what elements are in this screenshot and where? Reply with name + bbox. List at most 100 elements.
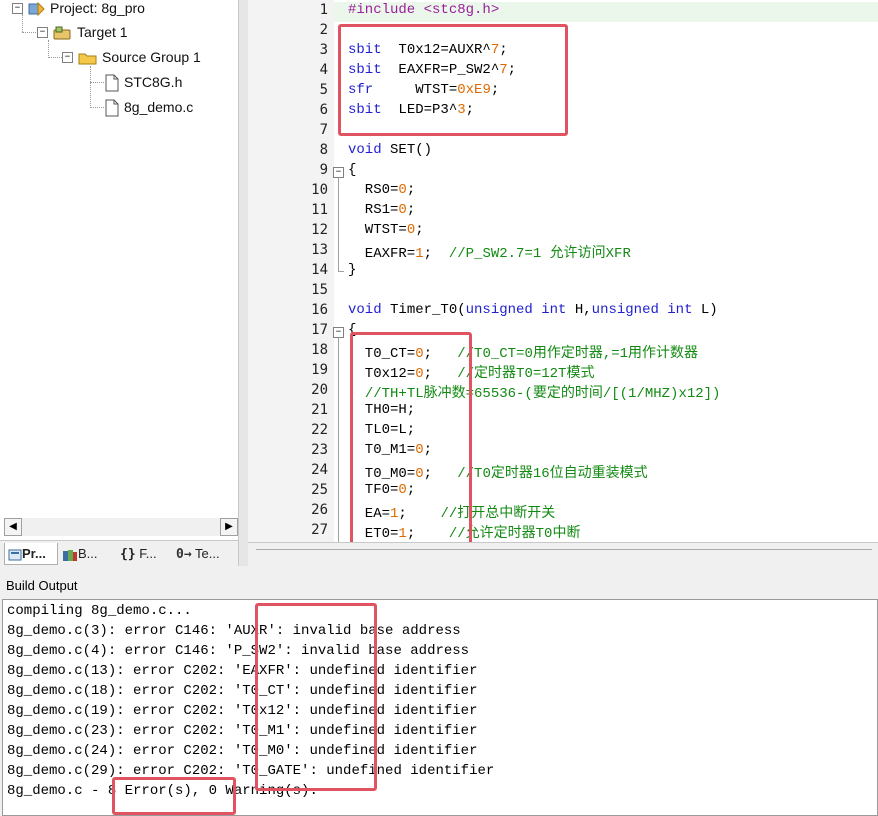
build-output-panel[interactable]: compiling 8g_demo.c... 8g_demo.c(3): erro… bbox=[2, 599, 878, 816]
line-number: 9 bbox=[319, 162, 328, 178]
tree-item-source-group[interactable]: − Source Group 1 bbox=[62, 47, 201, 67]
code-token: L) bbox=[692, 302, 718, 318]
target-icon bbox=[53, 26, 71, 40]
file-icon bbox=[105, 74, 119, 92]
code-line[interactable]: WTST=0; bbox=[348, 222, 424, 242]
line-number: 1 bbox=[319, 2, 328, 18]
line-number-gutter: 1 2 3 4 5 6 7 8 9 10 11 12 13 14 15 16 17 18 19 20 21 22 23 24 2… bbox=[248, 0, 334, 542]
tree-item-project[interactable]: − Project: 8g_pro bbox=[12, 0, 145, 18]
code-token: { bbox=[348, 162, 357, 178]
line-number: 7 bbox=[319, 122, 328, 138]
code-token: ; bbox=[423, 246, 449, 262]
code-line[interactable]: EAXFR=1; //P_SW2.7=1 允许访问XFR bbox=[348, 242, 631, 262]
line-number: 22 bbox=[311, 422, 328, 438]
functions-tab-icon: {} bbox=[120, 547, 136, 562]
code-token: 0 bbox=[398, 182, 407, 198]
build-output-line[interactable]: compiling 8g_demo.c... bbox=[7, 603, 192, 623]
fold-collapse-icon[interactable]: − bbox=[333, 327, 344, 338]
tree-item-label: Project: 8g_pro bbox=[50, 0, 145, 16]
line-number: 15 bbox=[311, 282, 328, 298]
code-token: EAXFR= bbox=[348, 246, 416, 262]
code-token: RS1= bbox=[348, 202, 399, 218]
tab-label: Te... bbox=[195, 546, 220, 561]
tab-templates[interactable]: 0→ Te... bbox=[176, 543, 234, 564]
build-output-line[interactable]: 8g_demo.c(24): error C202: 'T0_M0': unde… bbox=[7, 743, 477, 763]
build-output-line[interactable]: 8g_demo.c(23): error C202: 'T0_M1': unde… bbox=[7, 723, 477, 743]
code-token: H, bbox=[566, 302, 592, 318]
tree-connector bbox=[90, 82, 104, 83]
code-line[interactable]: } bbox=[348, 262, 356, 282]
tab-label: Pr... bbox=[22, 546, 46, 561]
tree-connector bbox=[90, 107, 104, 108]
tab-functions[interactable]: {} F... bbox=[120, 543, 170, 564]
code-line[interactable]: { bbox=[348, 162, 356, 182]
fold-guide bbox=[338, 271, 344, 272]
folder-icon bbox=[78, 53, 97, 65]
tree-connector bbox=[22, 32, 36, 33]
build-output-line[interactable]: 8g_demo.c(3): error C146: 'AUXR': invali… bbox=[7, 623, 461, 643]
code-token: //T0定时器16位自动重装模式 bbox=[457, 466, 648, 482]
build-output-line[interactable]: 8g_demo.c(29): error C202: 'T0_GATE': un… bbox=[7, 763, 494, 783]
code-editor[interactable]: 1 2 3 4 5 6 7 8 9 10 11 12 13 14 15 16 17 18 19 20 21 22 23 24 2… bbox=[248, 0, 878, 542]
build-output-line[interactable]: 8g_demo.c(13): error C202: 'EAXFR': unde… bbox=[7, 663, 477, 683]
tree-item-target[interactable]: − Target 1 bbox=[37, 22, 128, 42]
code-line[interactable]: void Timer_T0(unsigned int H,unsigned in… bbox=[348, 302, 718, 322]
line-number: 26 bbox=[311, 502, 328, 518]
code-token: WTST= bbox=[348, 222, 407, 238]
code-token: 0 bbox=[398, 202, 407, 218]
collapse-icon[interactable]: − bbox=[62, 52, 73, 63]
collapse-icon[interactable]: − bbox=[12, 3, 23, 14]
code-line[interactable]: void SET() bbox=[348, 142, 432, 162]
line-number: 4 bbox=[319, 62, 328, 78]
fold-collapse-icon[interactable]: − bbox=[333, 167, 344, 178]
tree-item-label: Source Group 1 bbox=[102, 49, 201, 65]
line-number: 13 bbox=[311, 242, 328, 258]
line-number: 23 bbox=[311, 442, 328, 458]
build-output-line[interactable]: 8g_demo.c(18): error C202: 'T0_CT': unde… bbox=[7, 683, 477, 703]
line-number: 10 bbox=[311, 182, 328, 198]
line-number: 19 bbox=[311, 362, 328, 378]
code-token: //T0_CT=0用作定时器,=1用作计数器 bbox=[457, 346, 699, 362]
scroll-left-icon[interactable]: ◀ bbox=[4, 518, 22, 536]
templates-tab-icon: 0→ bbox=[176, 547, 192, 562]
line-number: 18 bbox=[311, 342, 328, 358]
project-tab-icon bbox=[8, 549, 22, 561]
horizontal-scrollbar[interactable]: ◀ ▶ bbox=[4, 518, 238, 536]
code-token: //P_SW2.7=1 允许访问XFR bbox=[448, 246, 631, 262]
build-output-line[interactable]: 8g_demo.c(19): error C202: 'T0x12': unde… bbox=[7, 703, 477, 723]
tree-connector bbox=[48, 57, 62, 58]
editor-scroll-track[interactable] bbox=[256, 549, 872, 562]
line-number: 20 bbox=[311, 382, 328, 398]
code-token: void bbox=[348, 142, 382, 158]
tree-item-label: 8g_demo.c bbox=[124, 99, 194, 115]
highlight-box-timer-registers bbox=[350, 332, 472, 542]
scroll-right-icon[interactable]: ▶ bbox=[220, 518, 238, 536]
code-token: ; bbox=[406, 182, 416, 198]
tab-project[interactable]: Pr... bbox=[4, 543, 58, 565]
code-token: unsigned int bbox=[591, 302, 693, 318]
code-token: SET() bbox=[381, 142, 433, 158]
code-line[interactable]: RS1=0; bbox=[348, 202, 415, 222]
books-tab-icon bbox=[63, 549, 77, 561]
code-line[interactable]: #include <stc8g.h> bbox=[348, 2, 499, 22]
code-token: //定时器T0=12T模式 bbox=[457, 366, 595, 382]
panel-tabs: Pr... B... {} F... 0→ Te... bbox=[0, 540, 238, 567]
line-number: 16 bbox=[311, 302, 328, 318]
tree-item-file-stc8g-h[interactable]: STC8G.h bbox=[104, 72, 182, 92]
highlight-box-declarations bbox=[338, 24, 568, 136]
line-number: 2 bbox=[319, 22, 328, 38]
collapse-icon[interactable]: − bbox=[37, 27, 48, 38]
code-token: ; bbox=[415, 222, 424, 238]
line-number: 11 bbox=[311, 202, 328, 218]
tree-item-file-8g-demo-c[interactable]: 8g_demo.c bbox=[104, 97, 193, 117]
build-output-line[interactable]: 8g_demo.c(4): error C146: 'P_SW2': inval… bbox=[7, 643, 469, 663]
highlight-box-error-identifiers bbox=[255, 603, 377, 791]
code-token: Timer_T0( bbox=[381, 302, 466, 318]
tab-books[interactable]: B... bbox=[60, 543, 114, 564]
line-number: 27 bbox=[311, 522, 328, 538]
code-token: 1 bbox=[415, 246, 424, 262]
line-number: 25 bbox=[311, 482, 328, 498]
tree-item-label: STC8G.h bbox=[124, 74, 183, 90]
code-line[interactable]: RS0=0; bbox=[348, 182, 415, 202]
code-token: #include <stc8g.h> bbox=[348, 2, 500, 18]
